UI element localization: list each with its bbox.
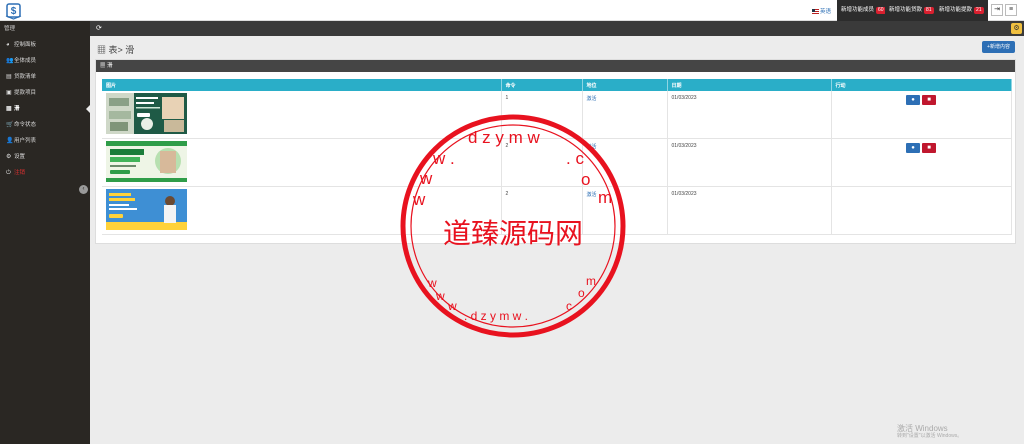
date-cell: 01/03/2023 [667,138,832,187]
new-withdrawals-button[interactable]: 新增功能提款 21 [935,0,988,21]
image-cell [102,91,502,139]
status-cell[interactable]: 激活 [582,91,668,139]
table-icon: ▦ [100,63,106,69]
svg-text:$: $ [11,6,17,17]
gear-icon[interactable]: ⚙ [1011,23,1022,34]
panel-header: ▦ 滑 [96,60,1015,72]
table-row: 2 激活 01/03/2023 [102,186,1012,235]
sidebar-heading: 管理 [0,21,90,37]
table-row: 1 激活 01/03/2023 ● ■ [102,91,1012,139]
user-list-icon: 👤 [6,138,14,144]
column-header-order: 命令 [501,79,583,91]
status-cell[interactable]: 激活 [582,138,668,187]
sidebar-item-loans[interactable]: ▤ 贷款清单 [0,69,90,85]
sidebar: 管理 ◕ 控制面板 👥全体成员 ▤ 贷款清单 ▣ 提款项目 ▦ 滑 🛒命令状态 👤用户列… [0,21,90,444]
loan-banner-1-image [106,93,187,134]
menu-icon[interactable]: ≡ [1005,4,1017,16]
logo-icon[interactable]: $ [4,1,24,20]
delete-button[interactable]: ■ [922,143,936,153]
toolbar-strip: ⟳ ⚙ [90,21,1024,36]
actions-cell [831,186,1012,235]
sidebar-item-logout[interactable]: ⏻ 注销 [0,165,90,181]
svg-text:w: w [447,299,457,313]
date-cell: 01/03/2023 [667,186,832,235]
settings-icon: ⚙ [6,154,12,160]
svg-text:w: w [435,289,445,303]
new-loans-count: 81 [924,7,934,14]
collapse-sidebar-icon[interactable]: ‹ [79,185,88,194]
new-withdrawals-count: 21 [974,7,984,14]
sidebar-item-users[interactable]: 👤用户列表 [0,133,90,149]
new-members-button[interactable]: 新增功能成员 60 [837,0,890,21]
logout-icon: ⏻ [6,170,11,176]
top-header: $ 英语 新增功能成员 60 新增功能贷款 81 新增功能提款 21 ⇥ ≡ [0,0,1024,21]
page-title: ▦ 表> 滑 [97,45,135,55]
column-header-status: 地位 [582,79,668,91]
order-cell: 2 [501,138,583,187]
svg-text:c: c [566,299,572,313]
order-cell: 1 [501,91,583,139]
svg-text:. d z y m w .: . d z y m w . [464,309,528,323]
column-header-date: 日期 [667,79,832,91]
us-flag-icon [812,9,819,15]
slider-panel: ▦ 滑 图片 命令 地位 日期 行动 1 激活 01/03/2023 ● ■ 2… [95,59,1016,244]
windows-activation-notice: 激活 Windows 转到"设置"以激活 Windows。 [897,424,963,439]
cart-icon: 🛒 [6,122,14,128]
loan-amount-banner-image [106,189,187,230]
table-header-row: 图片 命令 地位 日期 行动 [102,79,1012,91]
view-button[interactable]: ● [906,143,920,153]
add-content-button[interactable]: +新增内容 [982,41,1015,53]
sidebar-item-members[interactable]: 👥全体成员 [0,53,90,69]
eye-icon: ● [911,145,915,151]
svg-text:w: w [427,276,437,290]
sidebar-item-withdrawals[interactable]: ▣ 提款项目 [0,85,90,101]
language-selector[interactable]: 英语 [812,7,831,15]
refresh-icon[interactable]: ⟳ [96,24,105,33]
view-button[interactable]: ● [906,95,920,105]
ofw-loan-banner-image [106,141,187,182]
actions-cell: ● ■ [831,91,1012,139]
sidebar-item-slider[interactable]: ▦ 滑 [0,101,90,117]
withdraw-icon: ▣ [6,90,12,96]
table-icon: ▦ [97,45,107,55]
delete-button[interactable]: ■ [922,95,936,105]
trash-icon: ■ [927,145,931,151]
sidebar-item-settings[interactable]: ⚙ 设置 [0,149,90,165]
image-cell [102,186,502,235]
column-header-action: 行动 [831,79,1012,91]
eye-icon: ● [911,97,915,103]
users-icon: 👥 [6,58,14,64]
dashboard-icon: ◕ [6,42,10,48]
sidebar-item-orders[interactable]: 🛒命令状态 [0,117,90,133]
new-loans-button[interactable]: 新增功能贷款 81 [885,0,938,21]
status-cell[interactable]: 激活 [582,186,668,235]
column-header-image: 图片 [102,79,502,91]
loan-list-icon: ▤ [6,74,12,80]
trash-icon: ■ [927,97,931,103]
order-cell: 2 [501,186,583,235]
image-cell [102,138,502,187]
fullscreen-icon[interactable]: ⇥ [991,4,1003,16]
sidebar-item-dashboard[interactable]: ◕ 控制面板 [0,37,90,53]
slider-icon: ▦ [6,106,12,112]
slider-table: 图片 命令 地位 日期 行动 1 激活 01/03/2023 ● ■ 2 激活 … [102,79,1012,235]
date-cell: 01/03/2023 [667,91,832,139]
svg-text:m: m [586,274,596,288]
actions-cell: ● ■ [831,138,1012,187]
svg-text:o: o [578,286,585,300]
table-row: 2 激活 01/03/2023 ● ■ [102,138,1012,187]
